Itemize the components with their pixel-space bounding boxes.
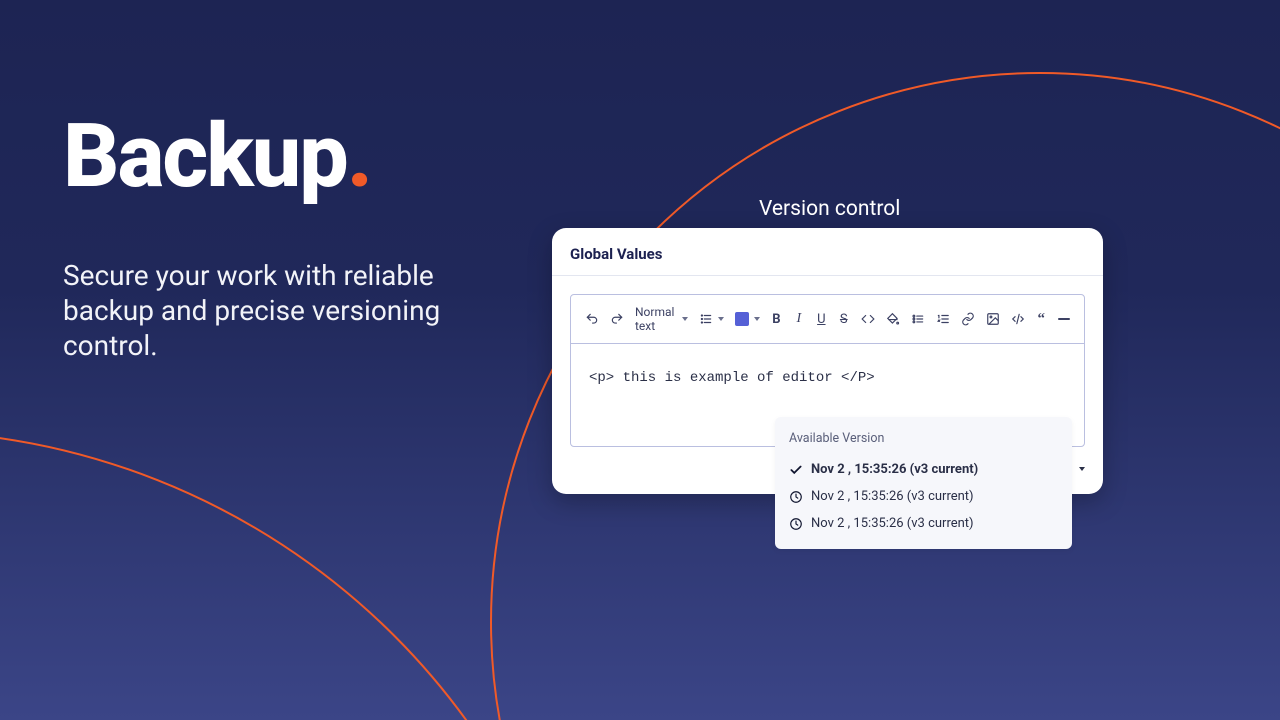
version-item-current[interactable]: Nov 2 , 15:35:26 (v3 current) [789,456,1058,483]
headline-text: Backup [63,105,347,208]
bold-button[interactable]: B [771,311,782,327]
italic-button[interactable]: I [793,311,804,327]
card-divider [552,275,1103,276]
text-style-dropdown[interactable]: Normal text [635,305,688,333]
version-item-label: Nov 2 , 15:35:26 (v3 current) [811,489,974,504]
link-icon[interactable] [961,311,975,327]
headline-dot: . [347,105,371,208]
list-style-dropdown[interactable] [699,312,724,326]
bullet-list-button[interactable] [911,311,925,327]
version-item[interactable]: Nov 2 , 15:35:26 (v3 current) [789,483,1058,510]
color-swatch [735,312,749,326]
check-icon [789,463,803,477]
blockquote-icon[interactable]: “ [1036,311,1047,327]
marketing-slide: Backup. Secure your work with reliable b… [0,0,1280,720]
editor-toolbar: Normal text B I U S [571,295,1084,344]
paint-bucket-icon[interactable] [886,311,900,327]
strikethrough-button[interactable]: S [838,311,849,327]
undo-icon[interactable] [585,311,599,327]
code-block-icon[interactable] [1011,311,1025,327]
underline-button[interactable]: U [816,311,827,327]
chevron-down-icon [754,317,760,321]
rich-text-editor: Normal text B I U S [570,294,1085,447]
card-title: Global Values [552,228,1103,275]
version-popover-title: Available Version [789,431,1058,446]
chevron-down-icon [682,317,688,321]
editor-card: Global Values Normal text [552,228,1103,494]
headline: Backup. [63,105,371,208]
subheadline: Secure your work with reliable backup an… [63,258,493,363]
version-item-label: Nov 2 , 15:35:26 (v3 current) [811,516,974,531]
panel-label: Version control [759,197,900,221]
chevron-down-icon [1079,467,1085,471]
image-icon[interactable] [986,311,1000,327]
numbered-list-button[interactable] [936,311,950,327]
version-item[interactable]: Nov 2 , 15:35:26 (v3 current) [789,510,1058,537]
version-item-label: Nov 2 , 15:35:26 (v3 current) [811,462,978,477]
redo-icon[interactable] [610,311,624,327]
horizontal-rule-button[interactable] [1058,311,1070,327]
color-picker[interactable] [735,312,760,326]
clock-icon [789,490,803,504]
decorative-arc-bottom [0,430,600,720]
code-inline-button[interactable] [861,311,875,327]
version-popover: Available Version Nov 2 , 15:35:26 (v3 c… [775,417,1072,549]
clock-icon [789,517,803,531]
text-style-label: Normal text [635,305,677,333]
chevron-down-icon [718,317,724,321]
